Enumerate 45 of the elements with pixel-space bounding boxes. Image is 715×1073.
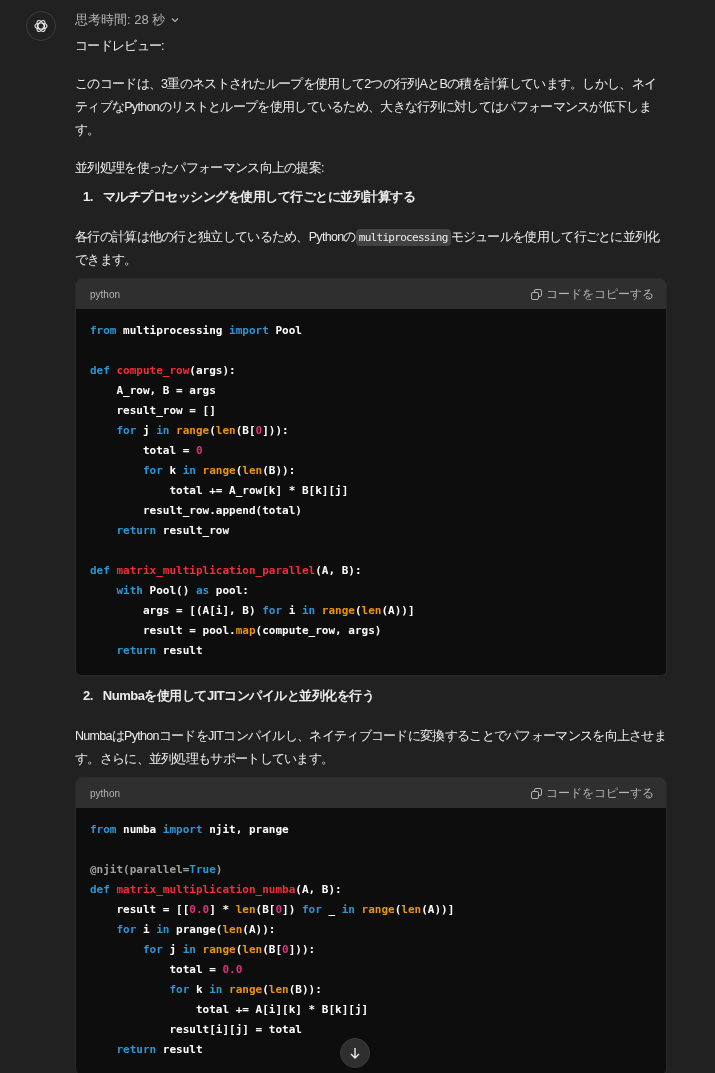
copy-code-button[interactable]: コードをコピーする	[531, 784, 654, 802]
paragraph: NumbaはPythonコードをJITコンパイルし、ネイティブコードに変換することでパフォーマンスを向上させます。さらに、並列処理もサポートしています。	[75, 728, 667, 768]
code-line: total = 0	[141, 443, 203, 459]
copy-code-button[interactable]: コードをコピーする	[531, 285, 654, 303]
list-number: 2.	[83, 687, 93, 705]
paragraph: コードレビュー:	[75, 38, 165, 55]
code-line: for j in range(len(B[0])):	[115, 423, 289, 439]
copy-icon	[531, 288, 542, 300]
list-item-heading: マルチプロセッシングを使用して行ごとに並列計算する	[102, 188, 416, 206]
code-line: total = 0.0	[168, 962, 243, 978]
code-line: from numba import njit, prange	[90, 822, 289, 838]
code-line: for k in range(len(B)):	[141, 463, 296, 479]
code-line: total += A_row[k] * B[k][j]	[168, 483, 349, 499]
code-line: def compute_row(args):	[90, 363, 236, 379]
code-line: A_row, B = args	[115, 383, 216, 399]
list-number: 1.	[83, 188, 93, 206]
logo-icon	[33, 18, 49, 34]
paragraph: 各行の計算は他の行と独立しているため、Pythonの multiprocessing モジュールを使用して行ごとに並列化できます。	[75, 228, 661, 269]
code-line: return result	[115, 1042, 203, 1058]
list-item-heading: Numbaを使用してJITコンパイルと並列化を行う	[102, 687, 375, 705]
code-line: result_row = []	[115, 403, 216, 419]
code-line: for k in range(len(B)):	[168, 982, 322, 998]
code-line: from multiprocessing import Pool	[90, 323, 302, 339]
code-line: args = [(A[i], B) for i in range(len(A))]	[141, 603, 415, 619]
copy-icon	[531, 787, 542, 799]
language-label: python	[90, 787, 121, 799]
code-line: result_row.append(total)	[141, 503, 302, 519]
code-line: result = pool.map(compute_row, args)	[141, 623, 382, 639]
paragraph: 並列処理を使ったパフォーマンス向上の提案:	[75, 160, 325, 177]
code-line: def matrix_multiplication_parallel(A, B):	[90, 563, 362, 579]
arrow-down-icon	[350, 1047, 360, 1059]
thinking-toggle[interactable]: 思考時間: 28 秒	[75, 11, 180, 29]
code-line: with Pool() as pool:	[115, 583, 249, 599]
chevron-icon	[171, 17, 180, 23]
code-line: return result_row	[115, 523, 230, 539]
language-label: python	[90, 288, 121, 300]
code-line: return result	[115, 643, 203, 659]
code-line: @njit(parallel=True)	[90, 862, 223, 878]
code-line: total += A[i][k] * B[k][j]	[194, 1002, 369, 1018]
code-line: for i in prange(len(A)):	[115, 922, 276, 938]
paragraph: このコードは、3重のネストされたループを使用して2つの行列AとBの積を計算しています。しかし、ネイティブなPythonのリストとループを使用しているため、大きな行列に対してはパフォーマンスが低下します。	[75, 76, 658, 139]
code-line: result[i][j] = total	[168, 1022, 302, 1038]
code-line: def matrix_multiplication_numba(A, B):	[90, 882, 342, 898]
code-line: for j in range(len(B[0])):	[141, 942, 316, 958]
code-line: result = [[0.0] * len(B[0]) for _ in range(len(A))]	[115, 902, 455, 918]
